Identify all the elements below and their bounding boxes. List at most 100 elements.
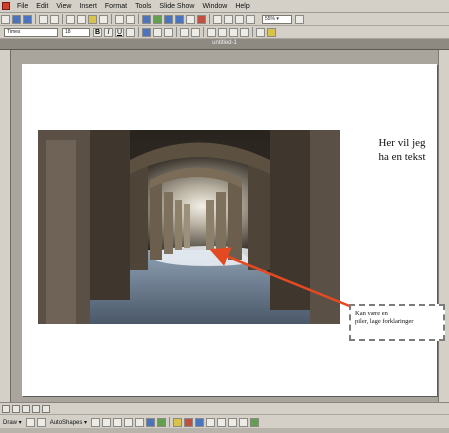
slide-view-icon[interactable] [22,404,30,413]
spellcheck-icon[interactable] [50,14,59,24]
menu-window[interactable]: Window [198,3,231,10]
expand-icon[interactable] [224,14,233,24]
menu-bar: File Edit View Insert Format Tools Slide… [0,0,449,13]
callout-textbox[interactable]: Kan være en piler, lage forklaringer [349,304,445,341]
menu-slide-show[interactable]: Slide Show [155,3,198,10]
align-right-icon[interactable] [164,27,173,37]
print-icon[interactable] [39,14,48,24]
toolbar-separator [138,14,139,24]
standard-toolbar: 55% ▾ [0,13,449,26]
title-textbox[interactable]: Her vil jeg ha en tekst [362,136,442,164]
status-bar [0,428,449,433]
photo-image [38,130,340,324]
slide-sorter-icon[interactable] [32,404,40,413]
menu-help[interactable]: Help [231,3,253,10]
increase-font-icon[interactable] [207,27,216,37]
line-color-icon[interactable] [184,417,194,427]
grayscale-icon[interactable] [213,14,222,24]
menu-insert[interactable]: Insert [75,3,101,10]
copy-icon[interactable] [77,14,86,24]
outline-view-icon[interactable] [12,404,20,413]
wordart-icon[interactable] [146,417,156,427]
grid-icon[interactable] [246,14,255,24]
app-icon[interactable] [2,2,10,10]
align-center-icon[interactable] [153,27,162,37]
italic-icon[interactable]: I [104,27,113,37]
font-color-icon[interactable] [195,417,205,427]
open-icon[interactable] [12,14,21,24]
textbox-icon[interactable] [135,417,145,427]
insert-table-icon[interactable] [164,14,173,24]
new-slide-icon[interactable] [186,14,195,24]
redo-icon[interactable] [126,14,135,24]
align-icon[interactable] [142,27,151,37]
toolbar-separator [169,417,171,427]
save-icon[interactable] [23,14,32,24]
menu-view[interactable]: View [52,3,75,10]
dash-style-icon[interactable] [217,417,227,427]
insert-chart-icon[interactable] [175,14,184,24]
undo-icon[interactable] [115,14,124,24]
select-objects-icon[interactable] [25,417,35,427]
menu-tools[interactable]: Tools [131,3,155,10]
shadow-icon[interactable] [126,27,135,37]
autoshapes-menu-button[interactable]: AutoShapes ▾ [47,419,90,426]
formatting-toolbar: Times 18 B I U [0,26,449,39]
show-formatting-icon[interactable] [235,14,244,24]
powerpoint-window: File Edit View Insert Format Tools Slide… [0,0,449,433]
underline-icon[interactable]: U [115,27,124,37]
oval-icon[interactable] [124,417,134,427]
toolbar-separator [35,14,36,24]
demote-icon[interactable] [240,27,249,37]
hyperlink-icon[interactable] [142,14,151,24]
arrow-style-icon[interactable] [228,417,238,427]
document-title: untitled-1 [212,40,237,46]
fill-color-icon[interactable] [173,417,183,427]
title-textbox-line2: ha en tekst [378,151,426,163]
slide-canvas[interactable]: Her vil jeg ha en tekst Kan være en pile… [22,64,445,396]
menu-edit[interactable]: Edit [32,3,52,10]
toolbar-separator [203,27,204,37]
bullets-icon[interactable] [191,27,200,37]
menu-file[interactable]: File [13,3,32,10]
toolbar-separator [62,14,63,24]
cut-icon[interactable] [66,14,75,24]
callout-textbox-line2: piler, lage forklaringer [355,318,414,325]
toolbar-separator [111,14,112,24]
3d-style-icon[interactable] [250,417,260,427]
menu-format[interactable]: Format [101,3,131,10]
arrow-icon[interactable] [102,417,112,427]
toolbar-separator [252,27,253,37]
slide-show-icon[interactable] [42,404,50,413]
design-icon[interactable] [267,27,276,37]
drawing-toolbar: Draw ▾ AutoShapes ▾ [0,414,449,429]
toolbar-separator [176,27,177,37]
rectangle-icon[interactable] [113,417,123,427]
promote-icon[interactable] [229,27,238,37]
decrease-font-icon[interactable] [218,27,227,37]
format-painter-icon[interactable] [99,14,108,24]
bold-icon[interactable]: B [93,27,102,37]
vertical-scrollbar[interactable] [438,50,449,402]
help-icon[interactable] [295,14,304,24]
font-size-select[interactable]: 18 [62,27,90,37]
numbering-icon[interactable] [180,27,189,37]
clipart-icon[interactable] [157,417,167,427]
document-title-strip: untitled-1 [0,39,449,50]
shadow-style-icon[interactable] [239,417,249,427]
slide-layout-icon[interactable] [197,14,206,24]
animation-effects-icon[interactable] [256,27,265,37]
line-icon[interactable] [91,417,101,427]
colosseum-corridor-photo[interactable] [38,130,340,324]
view-buttons-bar [0,402,449,414]
free-rotate-icon[interactable] [36,417,46,427]
zoom-select[interactable]: 55% ▾ [262,14,292,24]
toolbar-separator [209,14,210,24]
draw-menu-button[interactable]: Draw ▾ [0,419,25,426]
new-icon[interactable] [1,14,10,24]
normal-view-icon[interactable] [2,404,10,413]
web-toolbar-icon[interactable] [153,14,162,24]
line-style-icon[interactable] [206,417,216,427]
font-select[interactable]: Times [4,27,58,37]
paste-icon[interactable] [88,14,97,24]
